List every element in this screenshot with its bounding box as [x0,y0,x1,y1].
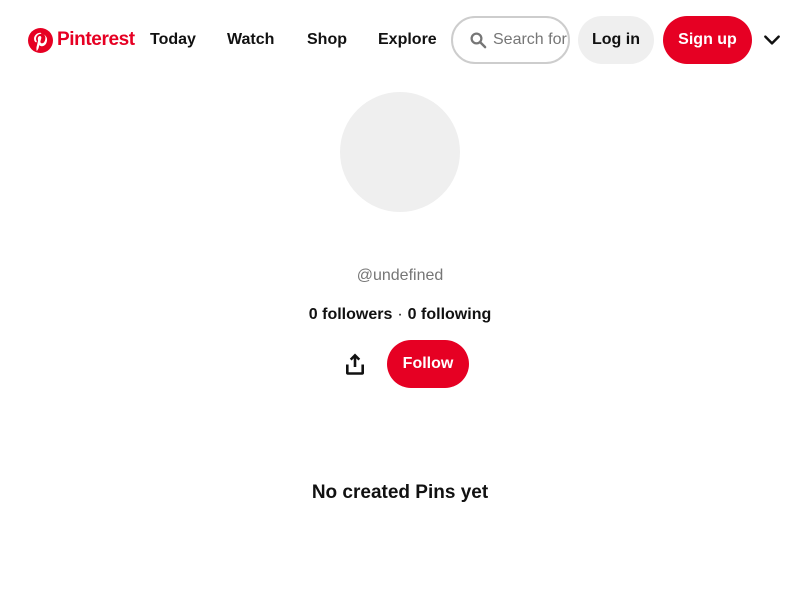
following-link[interactable]: 0 following [408,306,492,324]
follow-button[interactable]: Follow [387,340,469,388]
search-icon [469,31,487,49]
profile-username: @undefined [356,267,444,284]
chevron-down-icon[interactable] [762,30,782,50]
stats-separator: · [397,306,403,323]
pinterest-logo-icon [28,27,53,53]
pinterest-wordmark: Pinterest [57,29,135,50]
followers-label: followers [322,306,393,323]
search-bar[interactable] [451,16,570,64]
profile-stats: 0 followers · 0 following [0,304,800,326]
empty-pins-message: No created Pins yet [311,482,489,503]
search-input[interactable] [493,18,568,62]
nav-watch-link[interactable]: Watch [227,28,274,52]
followers-count: 0 [308,306,318,323]
avatar [340,92,460,212]
nav-shop-link[interactable]: Shop [307,28,347,52]
top-nav-bar: Pinterest Today Watch Shop Explore Log i… [0,0,800,80]
nav-today-link[interactable]: Today [150,28,196,52]
log-in-button[interactable]: Log in [578,16,654,64]
sign-up-button[interactable]: Sign up [663,16,752,64]
share-icon[interactable] [343,352,367,376]
following-label: following [421,306,492,323]
nav-explore-link[interactable]: Explore [378,28,437,52]
following-count: 0 [407,306,417,323]
followers-link[interactable]: 0 followers [309,306,393,324]
pinterest-logo[interactable]: Pinterest [28,26,135,54]
